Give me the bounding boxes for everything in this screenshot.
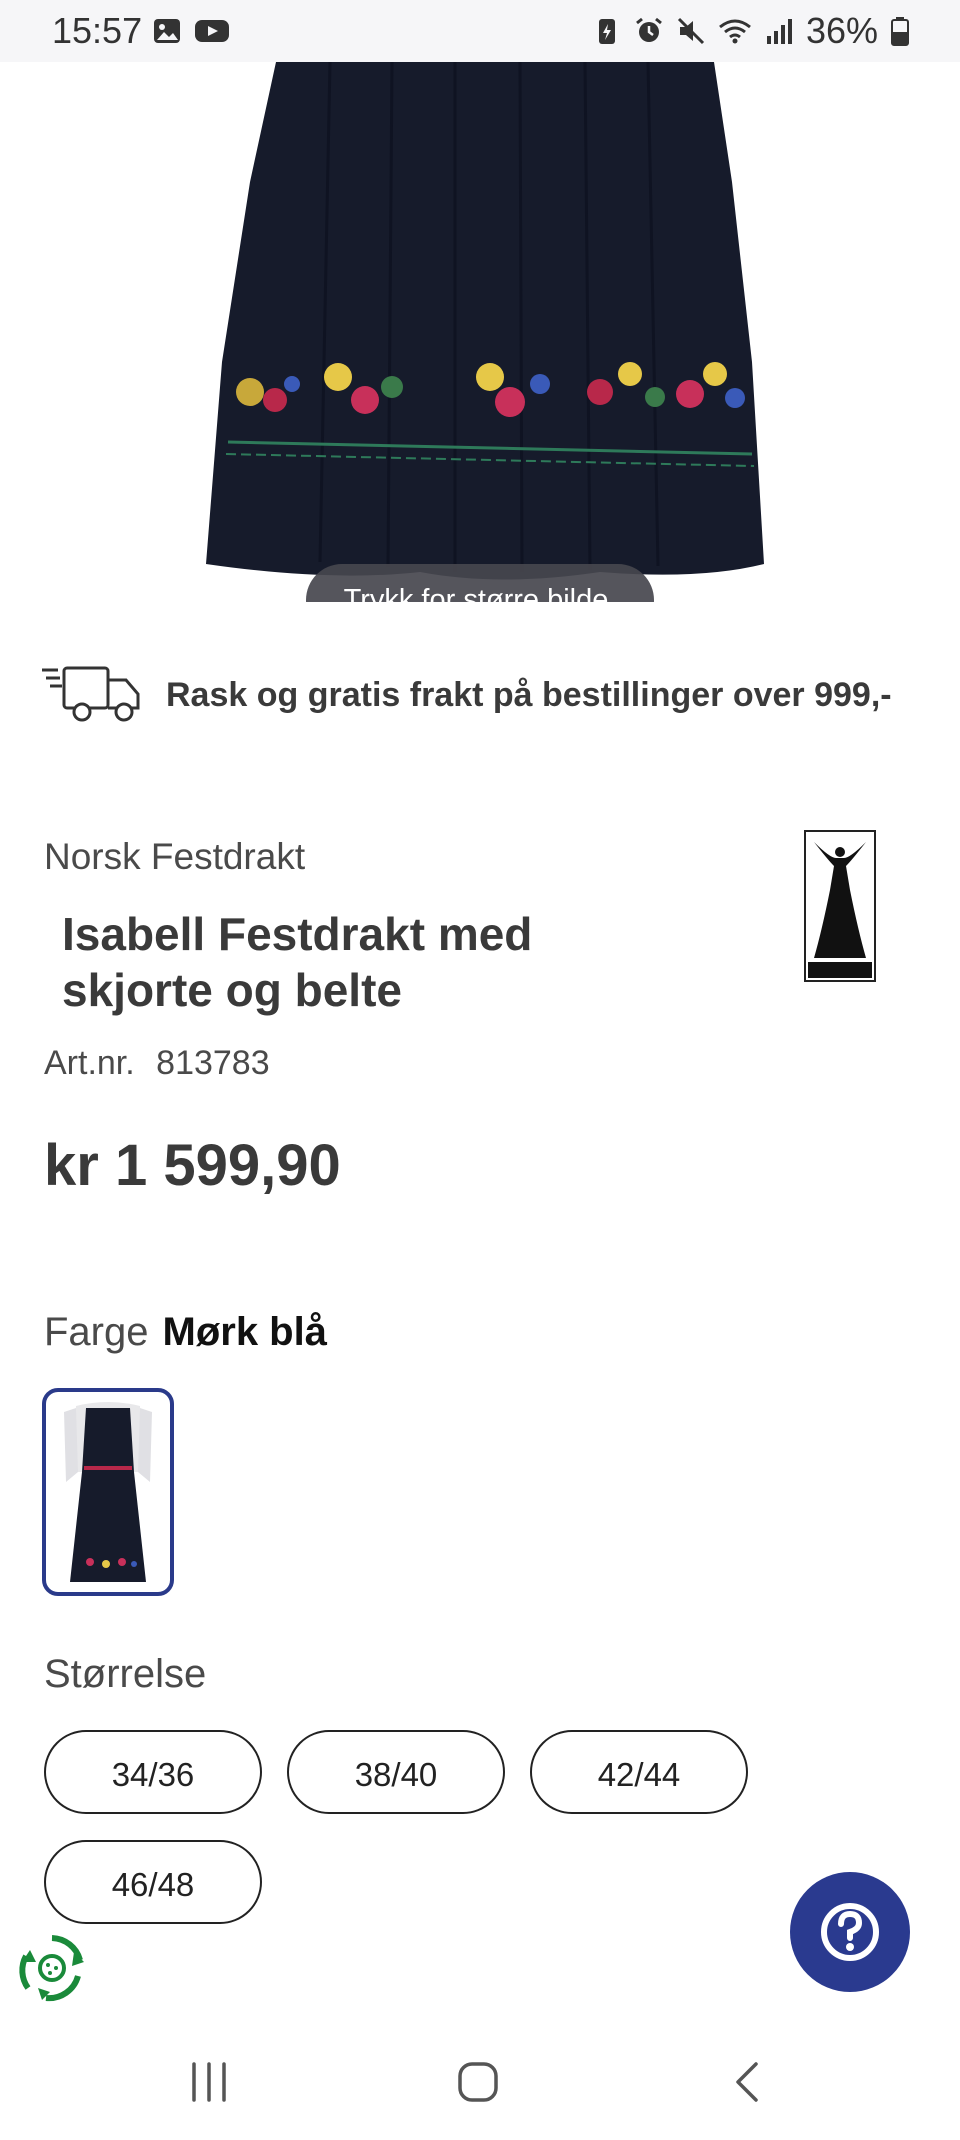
image-icon [154, 19, 180, 43]
help-button[interactable] [790, 1872, 910, 1992]
article-number: Art.nr. 813783 [44, 1044, 282, 1083]
home-icon[interactable] [456, 2060, 500, 2104]
shipping-text: Rask og gratis frakt på bestillinger ove… [166, 676, 892, 714]
youtube-icon [195, 20, 229, 42]
mute-icon [677, 17, 704, 45]
battery-saver-icon [598, 19, 615, 44]
recycle-icon[interactable] [16, 1932, 88, 2004]
dress-skirt-illustration [206, 62, 764, 580]
truck-icon [42, 666, 140, 722]
brand-logo[interactable] [804, 830, 876, 982]
enlarge-image-toast[interactable]: Trykk for større bilde. [306, 564, 654, 602]
question-icon [821, 1903, 879, 1961]
size-option-38-40[interactable]: 38/40 [287, 1730, 505, 1814]
color-label: Farge [44, 1310, 149, 1354]
recent-apps-icon[interactable] [186, 2060, 232, 2104]
color-value: Mørk blå [162, 1310, 327, 1354]
system-nav-bar [0, 2020, 960, 2140]
size-option-34-36[interactable]: 34/36 [44, 1730, 262, 1814]
size-label: Størrelse [44, 1652, 207, 1696]
wifi-icon [719, 19, 751, 44]
size-option-42-44[interactable]: 42/44 [530, 1730, 748, 1814]
color-section: Farge Mørk blå [44, 1310, 327, 1355]
status-time: 15:57 [52, 10, 143, 51]
shipping-banner [40, 654, 144, 734]
product-image[interactable]: Trykk for større bilde. [0, 62, 960, 602]
product-title: Isabell Festdrakt med skjorte og belte [62, 908, 533, 1016]
article-number-label: Art.nr. [44, 1044, 135, 1082]
product-price: kr 1 599,90 [44, 1133, 341, 1198]
signal-icon [766, 19, 792, 44]
battery-icon [891, 17, 909, 46]
article-number-value: 813783 [156, 1044, 270, 1082]
color-swatch-selected[interactable] [42, 1388, 174, 1596]
brand-name[interactable]: Norsk Festdrakt [44, 836, 305, 878]
battery-percent: 36% [805, 10, 878, 51]
status-bar: 15:57 36% [0, 0, 960, 62]
alarm-icon [636, 17, 662, 42]
size-option-46-48[interactable]: 46/48 [44, 1840, 262, 1924]
dress-thumbnail [64, 1402, 152, 1582]
back-icon[interactable] [730, 2060, 764, 2104]
